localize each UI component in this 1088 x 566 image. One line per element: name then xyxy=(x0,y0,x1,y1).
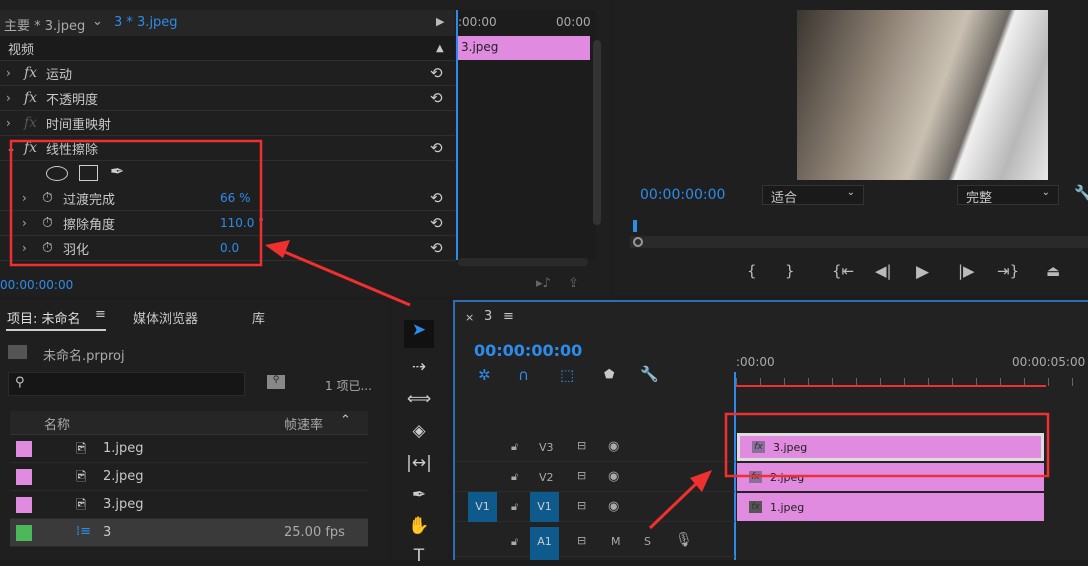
annotation-overlay xyxy=(9,139,1050,530)
arrow-head xyxy=(690,470,712,492)
annotation-arrow xyxy=(279,248,411,307)
annotation-arrow xyxy=(648,478,702,530)
annotation-box-effect xyxy=(9,139,263,267)
arrow-head xyxy=(265,240,290,258)
annotation-box-clip xyxy=(724,412,1050,478)
